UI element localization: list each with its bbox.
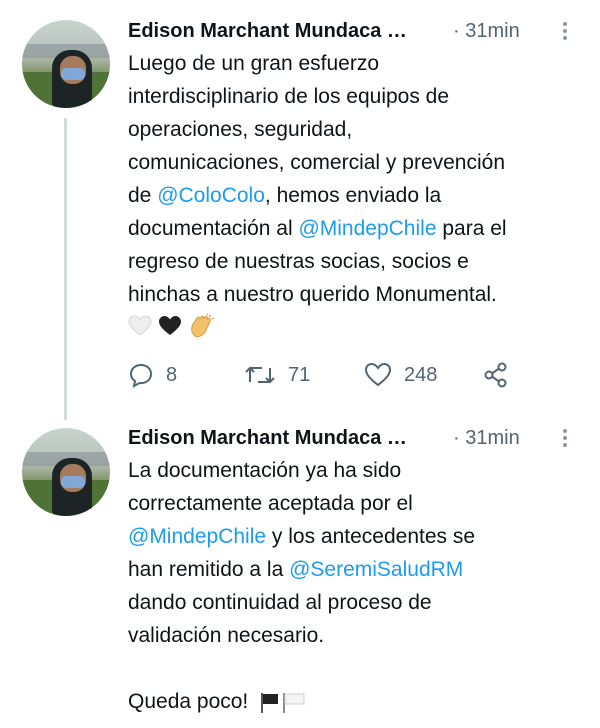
- tweet-line: La documentación ya ha sido: [128, 459, 402, 482]
- flag-emojis: [260, 686, 306, 719]
- tweet-line: correctamente aceptada por el: [128, 492, 413, 515]
- tweet-line: validación necesario.: [128, 624, 325, 647]
- avatar[interactable]: [22, 428, 110, 516]
- tweet-line: han remitido a la @SeremiSaludRM: [128, 558, 464, 581]
- tweet-text: La documentación ya ha sido correctament…: [128, 454, 583, 719]
- mention-link[interactable]: @MindepChile: [128, 525, 266, 548]
- white-flag-icon: [283, 693, 305, 714]
- tweet-line: @MindepChile y los antecedentes se: [128, 525, 476, 548]
- mention-link[interactable]: @SeremiSaludRM: [289, 558, 463, 581]
- tweet-header: Edison Marchant Mundaca … · 31min: [128, 423, 588, 453]
- tweet-timestamp[interactable]: · 31min: [453, 423, 520, 453]
- tweet-2[interactable]: Edison Marchant Mundaca … · 31min La doc…: [0, 0, 600, 728]
- face-mask: [61, 476, 85, 488]
- tweet-line: Queda poco!: [128, 685, 583, 719]
- author-name[interactable]: Edison Marchant Mundaca …: [128, 423, 407, 453]
- more-options-icon[interactable]: [560, 427, 570, 449]
- tweet-line: dando continuidad al proceso de: [128, 591, 432, 614]
- tweet-line: [128, 652, 583, 685]
- black-flag-icon: [261, 693, 279, 714]
